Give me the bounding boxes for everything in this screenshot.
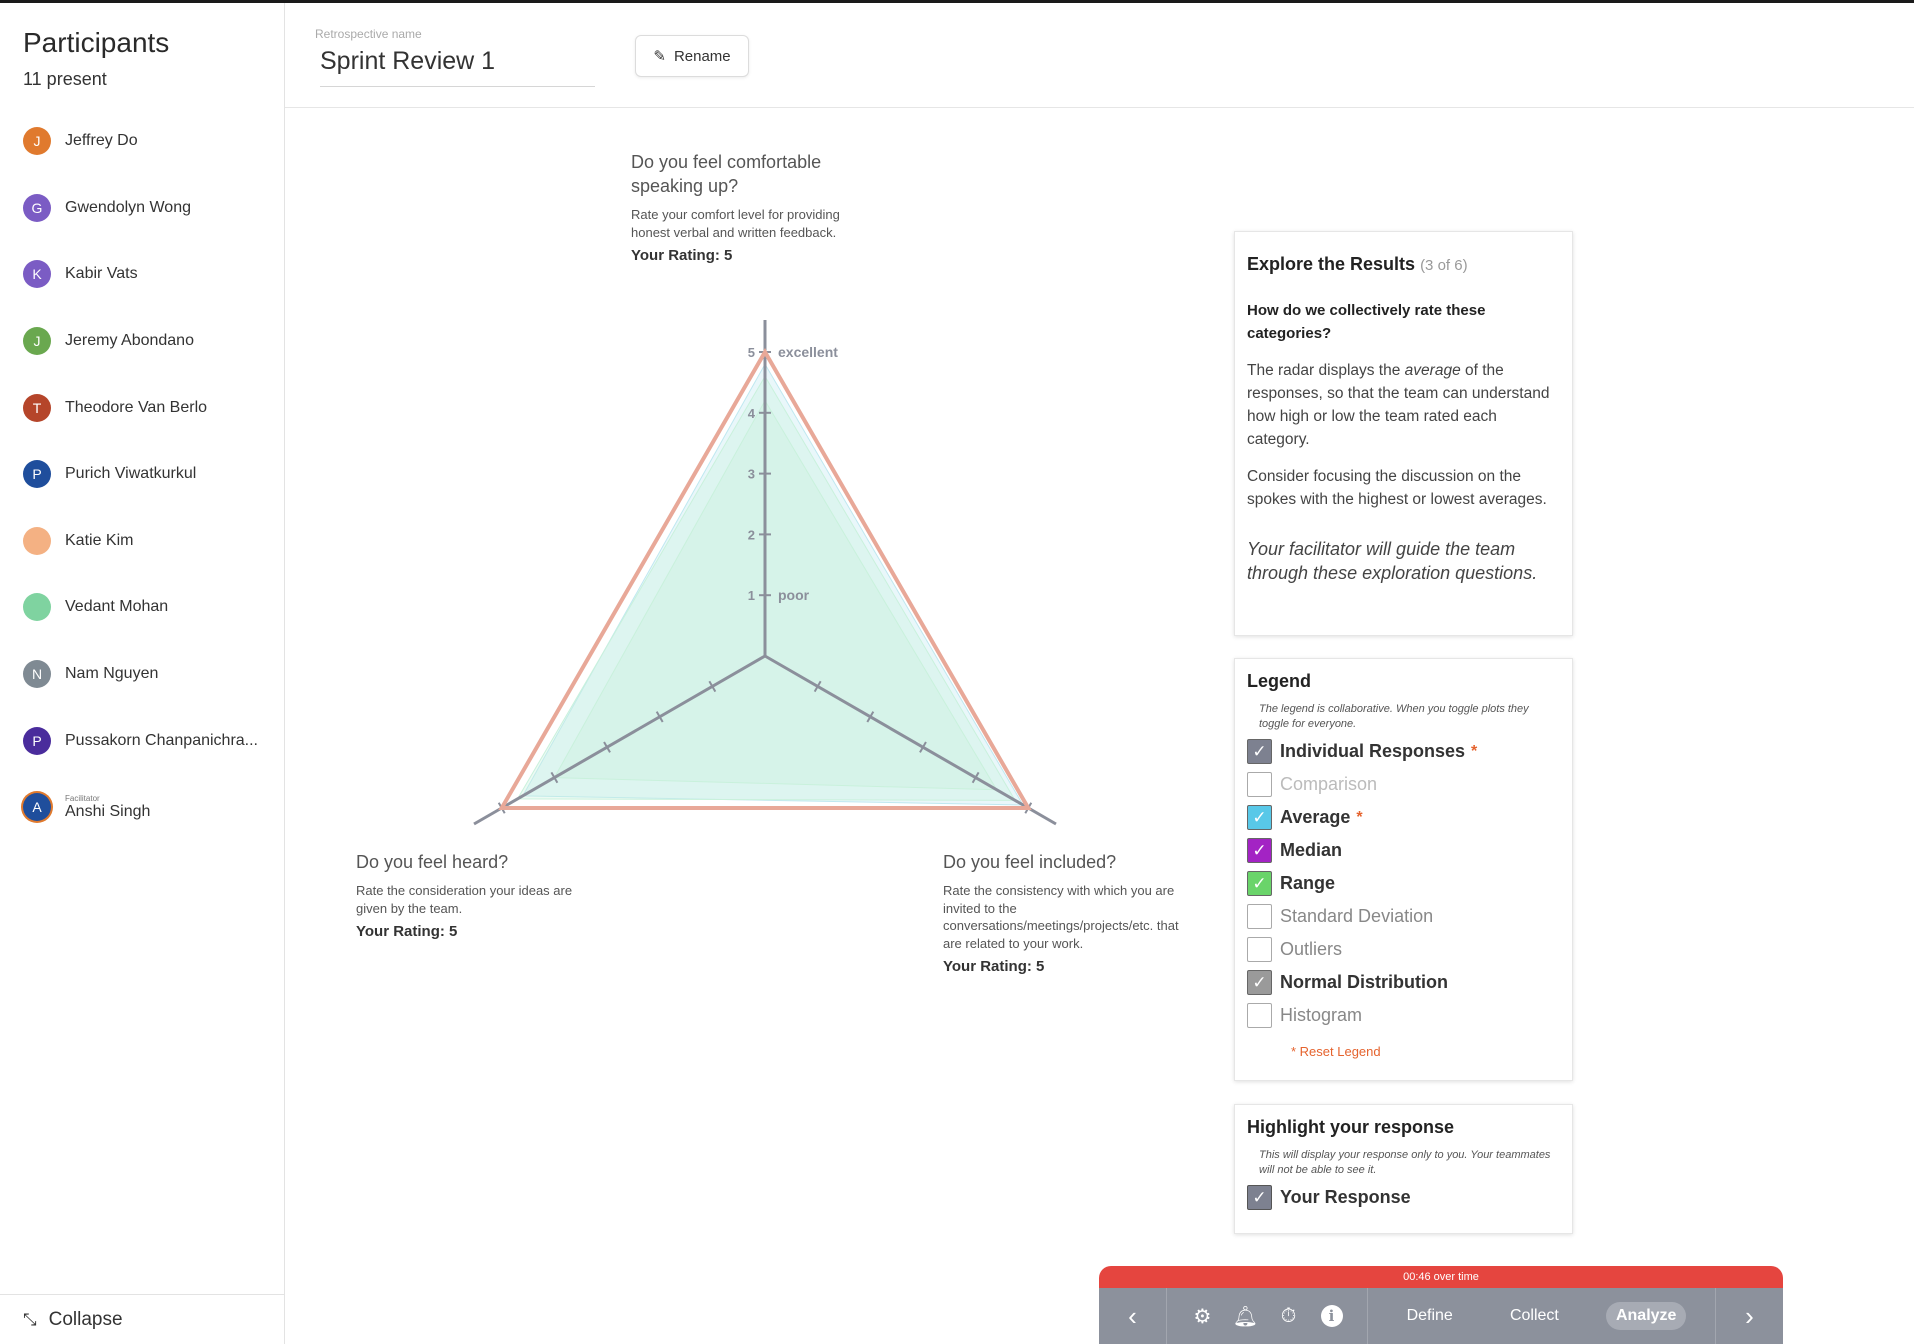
axis-tick-label: 5 xyxy=(748,345,755,360)
highlight-note: This will display your response only to … xyxy=(1259,1149,1551,1176)
legend-label: Range xyxy=(1280,873,1336,893)
legend-checkbox[interactable]: ✓ xyxy=(1247,805,1272,830)
explore-paragraph-1: The radar displays the average of the re… xyxy=(1247,359,1560,451)
legend-title: Legend xyxy=(1247,671,1312,691)
legend-item[interactable]: ✓ Individual Responses * xyxy=(1247,735,1560,768)
legend-note: The legend is collaborative. When you to… xyxy=(1259,703,1529,730)
phase-tab-analyze[interactable]: Analyze xyxy=(1605,1302,1687,1330)
legend-checkbox[interactable]: ✓ xyxy=(1247,739,1272,764)
your-response-label: Your Response xyxy=(1280,1187,1411,1207)
reset-legend-link[interactable]: * Reset Legend xyxy=(1291,1044,1560,1059)
legend-checkbox[interactable]: ✓ xyxy=(1247,970,1272,995)
your-response-checkbox[interactable]: ✓ xyxy=(1247,1185,1272,1210)
settings-gear-icon[interactable]: ⚙ xyxy=(1181,1288,1224,1344)
axis-tick-label: 1 xyxy=(748,588,755,603)
your-response-toggle[interactable]: ✓ Your Response xyxy=(1247,1181,1560,1214)
facilitator-note: Your facilitator will guide the team thr… xyxy=(1247,539,1538,583)
explore-p1-em: average xyxy=(1404,362,1461,379)
legend-label: Normal Distribution xyxy=(1280,972,1449,992)
phase-toolbar: 00:46 over time ‹ ⚙ 🔔︎ ⏱ i Define Collect… xyxy=(1099,1266,1783,1344)
previous-arrow-icon[interactable]: ‹ xyxy=(1099,1288,1167,1344)
question-title: Do you feel included? xyxy=(943,852,1117,872)
your-rating: Your Rating: 5 xyxy=(943,958,1045,975)
explore-step: (3 of 6) xyxy=(1420,257,1468,274)
legend-checkbox[interactable]: ✓ xyxy=(1247,838,1272,863)
legend-label: Median xyxy=(1280,840,1343,860)
timer-banner: 00:46 over time xyxy=(1099,1266,1783,1288)
legend-item[interactable]: Standard Deviation xyxy=(1247,900,1560,933)
your-rating: Your Rating: 5 xyxy=(631,247,733,264)
explore-title-text: Explore the Results xyxy=(1247,254,1416,274)
legend-label: Outliers xyxy=(1280,939,1343,959)
legend-item[interactable]: Comparison xyxy=(1247,768,1560,801)
legend-item[interactable]: ✓ Median xyxy=(1247,834,1560,867)
collapse-label: Collapse xyxy=(48,1308,123,1330)
legend-item[interactable]: ✓ Range xyxy=(1247,867,1560,900)
highlight-title: Highlight your response xyxy=(1247,1117,1455,1137)
legend-checkbox[interactable] xyxy=(1247,1003,1272,1028)
your-rating: Your Rating: 5 xyxy=(356,923,458,940)
axis-tick-label: 3 xyxy=(748,467,755,482)
explore-p1-a: The radar displays the xyxy=(1247,362,1405,379)
legend-label: Histogram xyxy=(1280,1005,1363,1025)
phase-tab-collect[interactable]: Collect xyxy=(1500,1302,1569,1330)
legend-card: Legend The legend is collaborative. When… xyxy=(1234,658,1573,1081)
phase-tabs: Define Collect Analyze xyxy=(1368,1302,1715,1330)
legend-items: ✓ Individual Responses * Comparison ✓ Average… xyxy=(1247,735,1560,1032)
legend-item[interactable]: Histogram xyxy=(1247,999,1560,1032)
scale-word-label: poor xyxy=(778,587,810,603)
legend-label: Individual Responses xyxy=(1280,741,1466,761)
explore-results-card: Explore the Results (3 of 6) How do we c… xyxy=(1234,231,1573,636)
question-title: Do you feel comfortable speaking up? xyxy=(631,152,822,196)
legend-checkbox[interactable] xyxy=(1247,937,1272,962)
question-title: Do you feel heard? xyxy=(356,852,509,872)
legend-checkbox[interactable] xyxy=(1247,904,1272,929)
explore-paragraph-2: Consider focusing the discussion on the … xyxy=(1247,468,1547,508)
legend-label: Comparison xyxy=(1280,774,1378,794)
question-description: Rate the consistency with which you are … xyxy=(943,883,1179,951)
question-description: Rate the consideration your ideas are gi… xyxy=(356,883,573,916)
collapse-icon: ⤡ xyxy=(23,1309,37,1329)
highlight-response-card: Highlight your response This will displa… xyxy=(1234,1104,1573,1234)
legend-item[interactable]: ✓ Average * xyxy=(1247,801,1560,834)
question-included: Do you feel included? Rate the consisten… xyxy=(943,850,1179,975)
question-comfortable: Do you feel comfortable speaking up? Rat… xyxy=(631,150,871,264)
bell-icon[interactable]: 🔔︎ xyxy=(1224,1288,1267,1344)
axis-tick-label: 2 xyxy=(748,527,755,542)
info-icon[interactable]: i xyxy=(1310,1288,1353,1344)
question-heard: Do you feel heard? Rate the consideratio… xyxy=(356,850,586,940)
legend-checkbox[interactable] xyxy=(1247,772,1272,797)
legend-item[interactable]: ✓ Normal Distribution xyxy=(1247,966,1560,999)
next-arrow-icon[interactable]: › xyxy=(1715,1288,1783,1344)
explore-question: How do we collectively rate these catego… xyxy=(1247,302,1486,342)
scale-word-label: excellent xyxy=(778,344,838,360)
legend-star: * xyxy=(1471,742,1478,760)
legend-label: Standard Deviation xyxy=(1280,906,1434,926)
axis-tick-label: 4 xyxy=(748,406,756,421)
collapse-button[interactable]: ⤡ Collapse xyxy=(0,1294,285,1344)
legend-checkbox[interactable]: ✓ xyxy=(1247,871,1272,896)
question-description: Rate your comfort level for providing ho… xyxy=(631,207,840,240)
explore-title: Explore the Results (3 of 6) xyxy=(1247,254,1560,275)
phase-tab-define[interactable]: Define xyxy=(1397,1302,1463,1330)
legend-star: * xyxy=(1356,808,1363,826)
legend-item[interactable]: Outliers xyxy=(1247,933,1560,966)
legend-label: Average xyxy=(1280,807,1351,827)
stopwatch-icon[interactable]: ⏱ xyxy=(1267,1288,1310,1344)
